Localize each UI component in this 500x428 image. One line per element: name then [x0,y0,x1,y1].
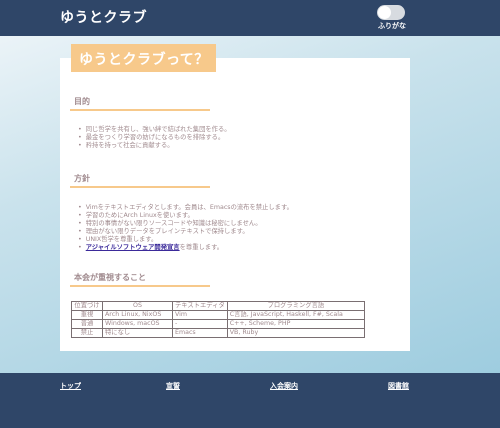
table-cell: C++, Scheme, PHP [226,319,366,329]
site-footer: トップ 宣誓 入会案内 図書館 [0,373,500,428]
site-header: ゆうとクラブ ふりがな [0,0,500,36]
column-header: テキストエディタ [172,301,228,311]
purpose-list: 同じ哲学を共有し、強い絆で結ばれた集団を作る。 最金をつくり学習の妨げになるもの… [78,126,231,150]
list-item: Vimをテキストエディタとします。会員は、Emacsの流布を禁止します。 [78,204,293,212]
policy-list: Vimをテキストエディタとします。会員は、Emacsの流布を禁止します。 学習の… [78,204,293,252]
table-cell: Windows, macOS [102,319,173,329]
table-cell: - [172,319,228,329]
list-item: 学習のためにArch Linuxを使います。 [78,212,293,220]
section-heading-priorities: 本会が重視すること [74,273,146,282]
page-title: ゆうとクラブって？ [71,44,216,72]
table-cell: 禁止 [71,328,103,338]
site-logo-title[interactable]: ゆうとクラブ [60,7,147,27]
list-item: 特別の事情がない限りソースコードや知識は秘密にしません。 [78,220,293,228]
list-item: アジャイルソフトウェア開発宣言を尊重します。 [78,244,293,252]
furigana-toggle-label: ふりがな [378,22,406,30]
table-header-row: 位置づけ OS テキストエディタ プログラミング言語 [71,301,366,311]
table-cell: Vim [172,310,228,320]
toggle-knob [378,6,391,19]
column-header: OS [102,301,173,311]
agile-manifesto-link[interactable]: アジャイルソフトウェア開発宣言 [86,244,180,251]
section-heading-purpose: 目的 [74,97,90,106]
list-item: UNIX哲学を尊重します。 [78,236,293,244]
section-underline [70,285,210,287]
table-row: 普通 Windows, macOS - C++, Scheme, PHP [71,319,366,329]
furigana-toggle[interactable] [377,5,405,20]
list-item-suffix: を尊重します。 [179,244,224,251]
list-item: 同じ哲学を共有し、強い絆で結ばれた集団を作る。 [78,126,231,134]
furigana-toggle-wrapper[interactable]: ふりがな [374,4,410,34]
footer-link-membership-guide[interactable]: 入会案内 [270,381,298,391]
section-underline [70,109,210,111]
table-cell: Emacs [172,328,228,338]
priorities-table: 位置づけ OS テキストエディタ プログラミング言語 重視 Arch Linux… [71,301,366,338]
table-cell: C言語, JavaScript, Haskell, F#, Scala [226,310,366,320]
table-cell: VB, Ruby [226,328,366,338]
table-cell: 重視 [71,310,103,320]
list-item: 理由がない限りデータをプレインテキストで保持します。 [78,228,293,236]
table-cell: 普通 [71,319,103,329]
column-header: プログラミング言語 [226,301,366,311]
footer-link-top[interactable]: トップ [60,381,81,391]
section-underline [70,186,210,188]
table-cell: 特になし [102,328,173,338]
list-item: 最金をつくり学習の妨げになるものを排除する。 [78,134,231,142]
list-item: 矜持を持って社会に貢献する。 [78,142,231,150]
column-header: 位置づけ [71,301,103,311]
table-row: 重視 Arch Linux, NixOS Vim C言語, JavaScript… [71,310,366,320]
footer-link-library[interactable]: 図書館 [388,381,409,391]
table-row: 禁止 特になし Emacs VB, Ruby [71,328,366,338]
section-heading-policy: 方針 [74,174,90,183]
footer-link-oath[interactable]: 宣誓 [166,381,180,391]
table-cell: Arch Linux, NixOS [102,310,173,320]
